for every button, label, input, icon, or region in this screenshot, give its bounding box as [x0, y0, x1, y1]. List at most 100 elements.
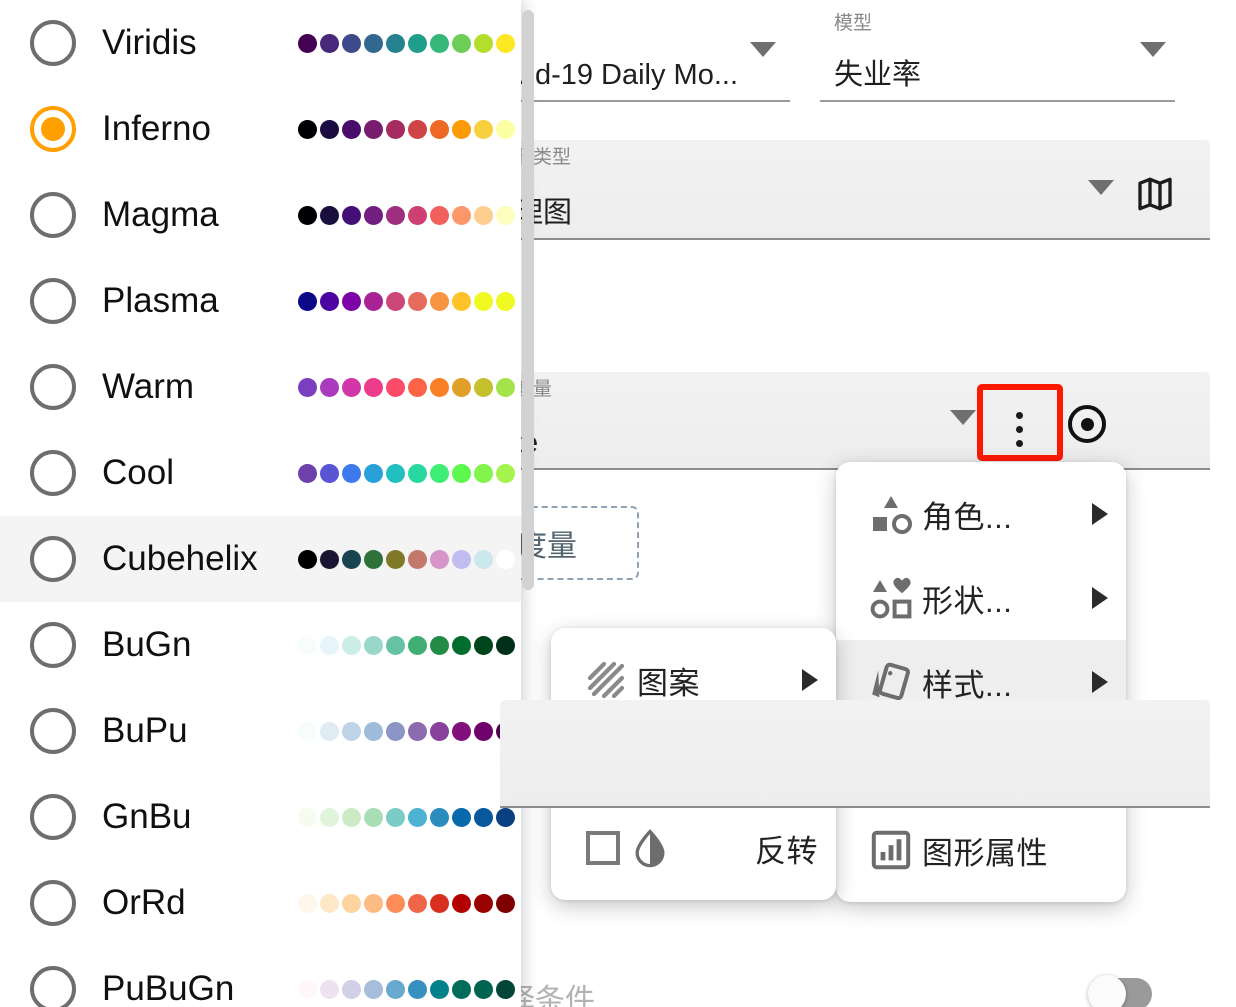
radio-orrd[interactable]: [30, 880, 76, 926]
hatch-pattern-icon: [582, 656, 630, 704]
palette-swatches: [298, 549, 515, 569]
radio-cubehelix[interactable]: [30, 536, 76, 582]
palette-swatch: [320, 549, 339, 569]
radio-plasma[interactable]: [30, 278, 76, 324]
palette-swatch: [474, 721, 493, 741]
palette-swatch: [298, 33, 317, 53]
model-value: 失业率: [834, 59, 922, 91]
palette-swatch: [430, 721, 449, 741]
secondary-field[interactable]: [500, 700, 1210, 808]
palette-row[interactable]: Warm: [0, 344, 521, 430]
palette-swatch: [298, 463, 317, 483]
color-palette-list[interactable]: Viridis Inferno Magma Plasma Warm Cool Cubehel…: [0, 0, 521, 1007]
palette-swatch: [298, 721, 317, 741]
palette-swatch: [364, 979, 383, 999]
palette-swatches: [298, 721, 515, 741]
radio-bupu[interactable]: [30, 708, 76, 754]
palette-swatch: [430, 463, 449, 483]
palette-row[interactable]: Magma: [0, 172, 521, 258]
palette-name: GnBu: [102, 797, 192, 836]
radio-bugn[interactable]: [30, 622, 76, 668]
menu-item-3[interactable]: 反转: [551, 806, 836, 890]
radio-viridis[interactable]: [30, 20, 76, 66]
chevron-down-icon-measure[interactable]: [950, 410, 976, 425]
palette-swatch: [342, 377, 361, 397]
palette-swatches: [298, 377, 515, 397]
palette-row[interactable]: PuBuGn: [0, 946, 521, 1007]
palette-row[interactable]: Viridis: [0, 0, 521, 86]
map-icon[interactable]: [1132, 172, 1178, 216]
palette-swatch: [364, 635, 383, 655]
chevron-down-icon-dataset[interactable]: [750, 42, 776, 57]
palette-swatch: [496, 119, 515, 139]
palette-swatches: [298, 893, 515, 913]
radio-gnbu[interactable]: [30, 794, 76, 840]
mark-properties-menu[interactable]: 角色... 形状... 样式... 参考线: [836, 462, 1126, 902]
palette-swatch: [342, 807, 361, 827]
palette-swatch: [320, 635, 339, 655]
palette-swatch: [474, 549, 493, 569]
invert-checkbox[interactable]: [586, 831, 620, 865]
palette-swatch: [408, 549, 427, 569]
palette-swatch: [320, 33, 339, 53]
palette-row[interactable]: OrRd: [0, 860, 521, 946]
palette-swatch: [496, 549, 515, 569]
palette-name: Plasma: [102, 281, 219, 320]
palette-row[interactable]: Cool: [0, 430, 521, 516]
palette-row[interactable]: GnBu: [0, 774, 521, 860]
palette-swatch: [408, 205, 427, 225]
palette-swatch: [342, 635, 361, 655]
palette-swatch: [452, 635, 471, 655]
model-field[interactable]: 模型 失业率: [820, 6, 1175, 102]
palette-swatch: [320, 119, 339, 139]
chevron-down-icon-charttype[interactable]: [1088, 180, 1114, 195]
radio-cool[interactable]: [30, 450, 76, 496]
palette-row[interactable]: BuGn: [0, 602, 521, 688]
palette-name: BuPu: [102, 711, 188, 750]
palette-swatches: [298, 205, 515, 225]
palette-row[interactable]: Cubehelix: [0, 516, 521, 602]
more-options-button[interactable]: [993, 398, 1045, 460]
palette-swatches: [298, 33, 515, 53]
palette-swatch: [408, 635, 427, 655]
bar-chart-icon: [867, 826, 915, 874]
dataset-field[interactable]: vid-19 Daily Mo...: [500, 6, 790, 102]
palette-swatch: [298, 979, 317, 999]
menu-item-1[interactable]: 角色...: [836, 472, 1126, 556]
menu-item-5[interactable]: 图形属性: [836, 808, 1126, 892]
palette-swatch: [364, 807, 383, 827]
menu-item-2[interactable]: 形状...: [836, 556, 1126, 640]
palette-name: OrRd: [102, 883, 186, 922]
palette-swatch: [298, 291, 317, 311]
invert-drop-icon: [628, 826, 672, 870]
shapes-heart-icon-wrap: [860, 574, 922, 622]
shapes-heart-icon: [867, 574, 915, 622]
palette-swatch: [320, 205, 339, 225]
palette-swatch: [320, 291, 339, 311]
toggle-knob: [1088, 975, 1126, 1007]
palette-row[interactable]: BuPu: [0, 688, 521, 774]
palette-swatch: [474, 807, 493, 827]
radio-pubugn[interactable]: [30, 966, 76, 1007]
submenu-arrow-icon: [1092, 503, 1108, 525]
radio-magma[interactable]: [30, 192, 76, 238]
menu-item-label: 形状...: [922, 583, 1013, 619]
palette-swatch: [496, 463, 515, 483]
palette-row[interactable]: Plasma: [0, 258, 521, 344]
menu-item-label: 图案: [637, 665, 700, 701]
palette-swatch: [364, 893, 383, 913]
radio-warm[interactable]: [30, 364, 76, 410]
radio-inferno[interactable]: [30, 106, 76, 152]
point-mark-icon[interactable]: [1068, 405, 1106, 443]
chevron-down-icon-model[interactable]: [1140, 42, 1166, 57]
palette-swatch: [452, 549, 471, 569]
palette-row[interactable]: Inferno: [0, 86, 521, 172]
palette-name: Viridis: [102, 23, 197, 62]
filter-toggle[interactable]: [1088, 975, 1152, 1007]
palette-list-scrollbar[interactable]: [522, 10, 534, 590]
palette-swatch: [386, 119, 405, 139]
palette-swatch: [364, 119, 383, 139]
palette-swatch: [386, 721, 405, 741]
palette-swatch: [298, 549, 317, 569]
palette-swatch: [474, 893, 493, 913]
